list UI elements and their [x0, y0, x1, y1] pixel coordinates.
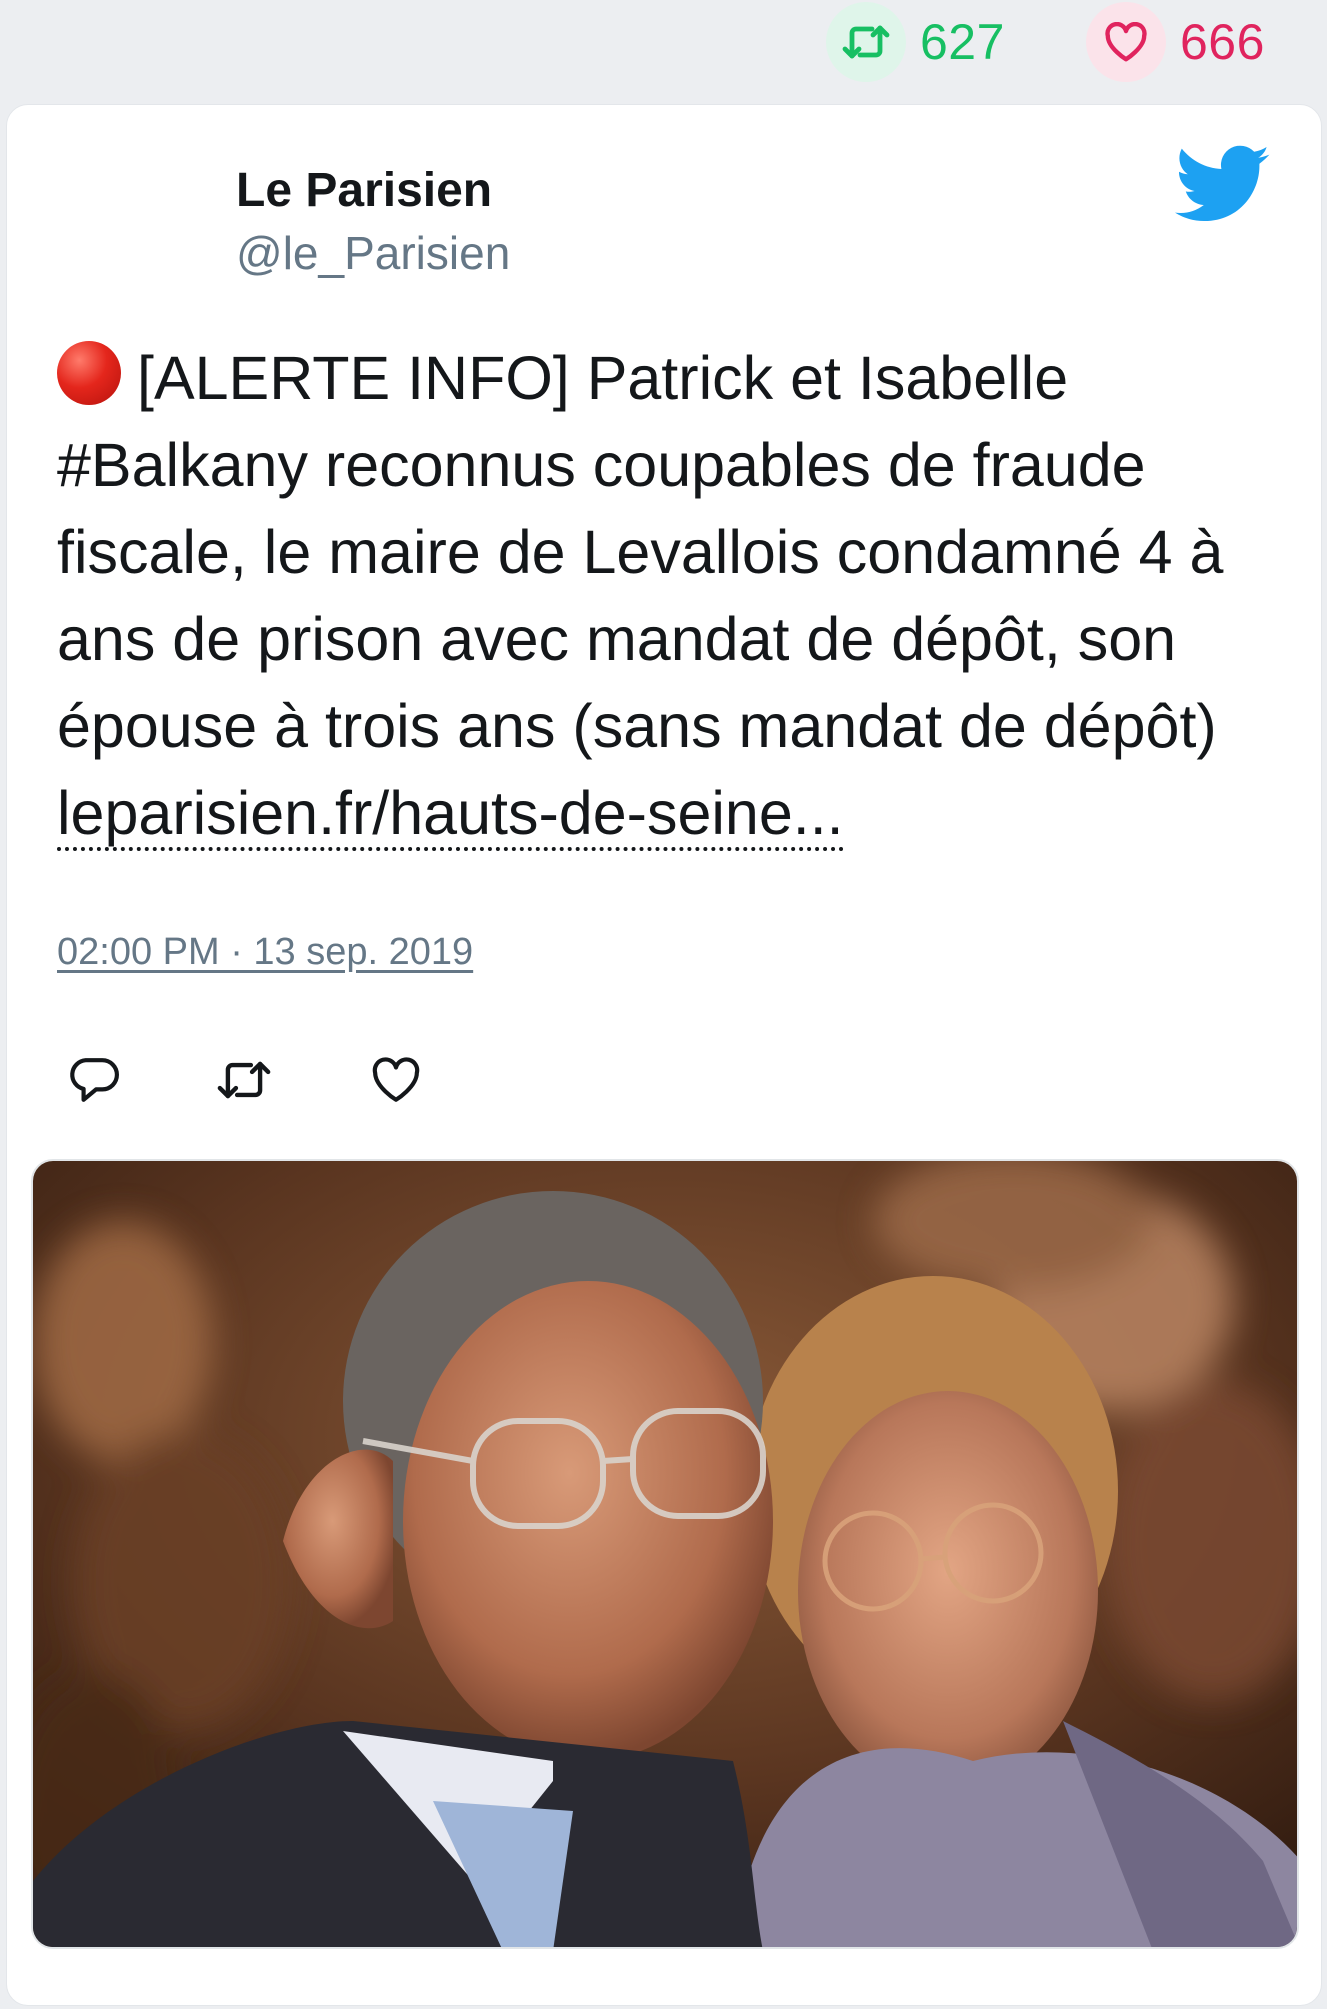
tweet-text: [ALERTE INFO] Patrick et Isabelle #Balka…: [57, 335, 1297, 857]
avatar[interactable]: [59, 163, 183, 287]
tweet-timestamp[interactable]: 02:00 PM · 13 sep. 2019: [57, 931, 473, 974]
like-count: 666: [1180, 14, 1265, 70]
tweet-body: [ALERTE INFO] Patrick et Isabelle #Balka…: [57, 344, 1224, 760]
tweet-photo[interactable]: [31, 1159, 1299, 1949]
author-name[interactable]: Le Parisien: [236, 163, 492, 218]
retweet-icon: [826, 2, 906, 82]
engagement-stats: 627 666: [0, 0, 1327, 100]
heart-icon: [1086, 2, 1166, 82]
retweet-action-icon[interactable]: [209, 1045, 279, 1115]
tweet-card[interactable]: Le Parisien @le_Parisien [ALERTE INFO] P…: [6, 104, 1322, 2006]
author-handle[interactable]: @le_Parisien: [236, 226, 510, 280]
article-link[interactable]: leparisien.fr/hauts-de-seine...: [57, 779, 844, 851]
reply-icon[interactable]: [59, 1045, 129, 1115]
retweet-count: 627: [920, 14, 1005, 70]
like-icon[interactable]: [361, 1045, 431, 1115]
retweet-stat[interactable]: 627: [826, 2, 1005, 82]
red-circle-icon: [57, 341, 121, 405]
like-stat[interactable]: 666: [1086, 2, 1265, 82]
twitter-bird-icon[interactable]: [1175, 145, 1271, 225]
